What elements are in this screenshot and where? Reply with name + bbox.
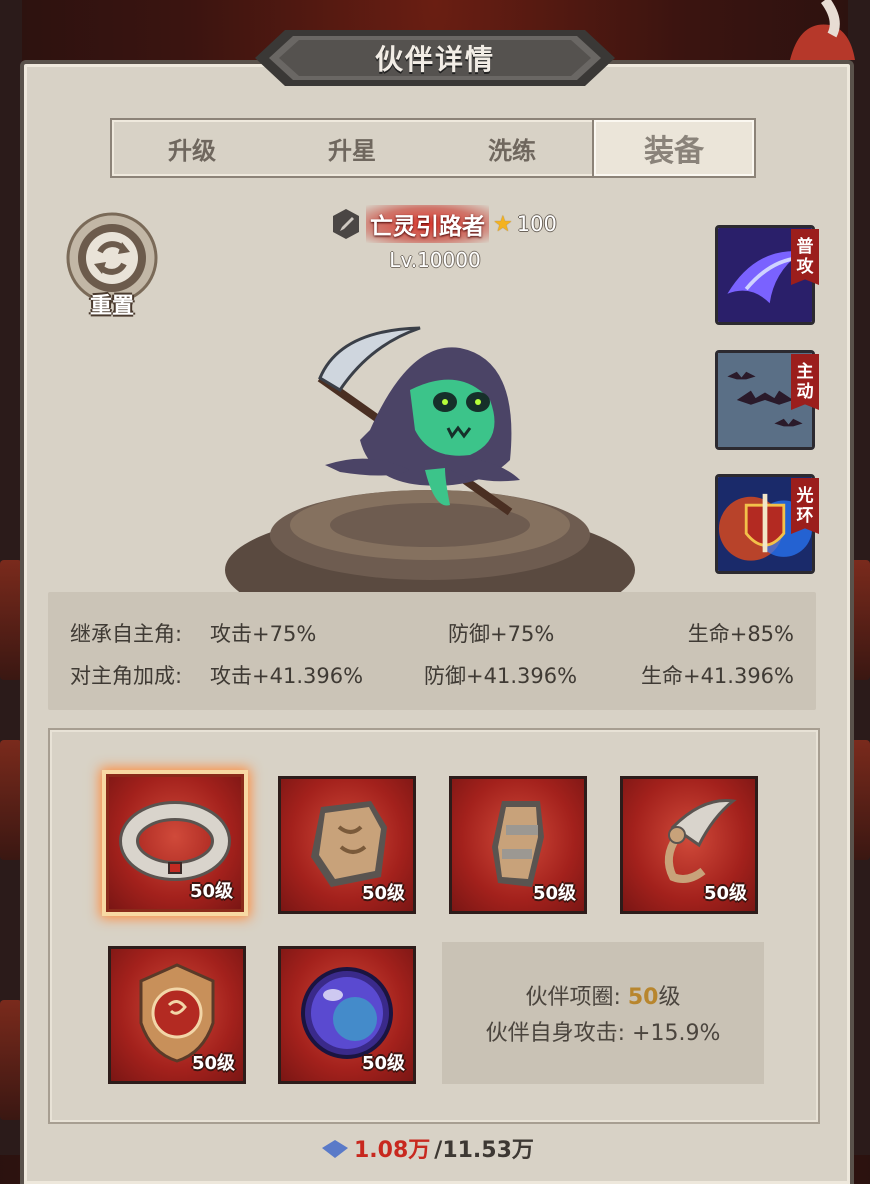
tab-refine[interactable]: 洗练 [432,120,592,176]
skill-tag: 普攻 [791,229,819,285]
reset-button[interactable]: 重置 [62,212,162,322]
background-card-left [0,740,22,860]
bonus-stats-row: 对主角加成: 攻击+41.396% 防御+41.396% 生命+41.396% [70,660,794,690]
inherit-hp: 生命+85% [687,622,794,646]
selected-equipment-info: 伙伴项圈: 50级 伙伴自身攻击: +15.9% [442,942,764,1084]
equip-level: 50级 [703,883,747,904]
power-current: 1.08万 [354,1138,431,1163]
page-title: 伙伴详情 [374,43,495,76]
power-max: /11.53万 [434,1138,534,1163]
title-banner: 伙伴详情 [255,24,615,92]
inherit-defense: 防御+75% [448,622,555,646]
skill-tag: 光环 [791,478,819,534]
equip-slot-weapon[interactable]: 50级 [620,776,758,914]
equipment-name-label: 伙伴项圈: [525,985,628,1010]
equip-slot-emblem[interactable]: 50级 [108,946,246,1084]
bonus-label: 对主角加成: [70,664,183,688]
skill-tag: 主动 [791,354,819,410]
bonus-attack: 攻击+41.396% [210,664,364,688]
hero-portrait [225,326,635,592]
tab-equipment[interactable]: 装备 [592,118,756,178]
star-icon: ★ [493,211,513,237]
equip-slot-gauntlet[interactable]: 50级 [449,776,587,914]
bonus-defense: 防御+41.396% [424,664,578,688]
hero-name: 亡灵引路者 [366,205,489,243]
equip-slot-armor[interactable]: 50级 [278,776,416,914]
equip-level: 50级 [532,883,576,904]
tab-bar: 升级 升星 洗练 装备 [110,118,756,178]
equip-level: 50级 [191,1053,235,1074]
skill-basic-attack[interactable]: 普攻 [715,225,819,325]
bonus-hp: 生命+41.396% [640,664,794,688]
reset-label: 重置 [89,294,134,319]
tab-star-up[interactable]: 升星 [272,120,432,176]
equip-level: 50级 [361,883,405,904]
inherit-label: 继承自主角: [70,622,183,646]
equipment-effect-line: 伙伴自身攻击: +15.9% [485,1021,721,1046]
equip-slot-ring[interactable]: 50级 [106,774,244,912]
background-card-left [0,1000,22,1120]
tab-upgrade[interactable]: 升级 [112,120,272,176]
sword-class-icon [333,209,359,239]
hero-star-count: 100 [516,212,557,236]
equip-level: 50级 [361,1053,405,1074]
equipment-level-value: 50 [627,985,659,1010]
skill-active[interactable]: 主动 [715,350,819,450]
equip-slot-orb[interactable]: 50级 [278,946,416,1084]
hero-level: Lv.10000 [389,248,481,272]
power-counter: 1.08万/11.53万 [320,1138,534,1163]
equipment-level-suffix: 级 [658,985,681,1010]
gem-icon [322,1140,348,1158]
stats-panel: 继承自主角: 攻击+75% 防御+75% 生命+85% 对主角加成: 攻击+41… [48,592,816,710]
skill-aura[interactable]: 光环 [715,474,819,574]
inherit-attack: 攻击+75% [210,622,317,646]
equip-level: 50级 [189,881,233,902]
equipment-level-line: 伙伴项圈: 50级 [525,979,680,1011]
hero-name-row: 亡灵引路者 ★ 100 [330,205,557,243]
inherit-stats-row: 继承自主角: 攻击+75% 防御+75% 生命+85% [70,618,794,648]
background-card-left [0,560,22,680]
